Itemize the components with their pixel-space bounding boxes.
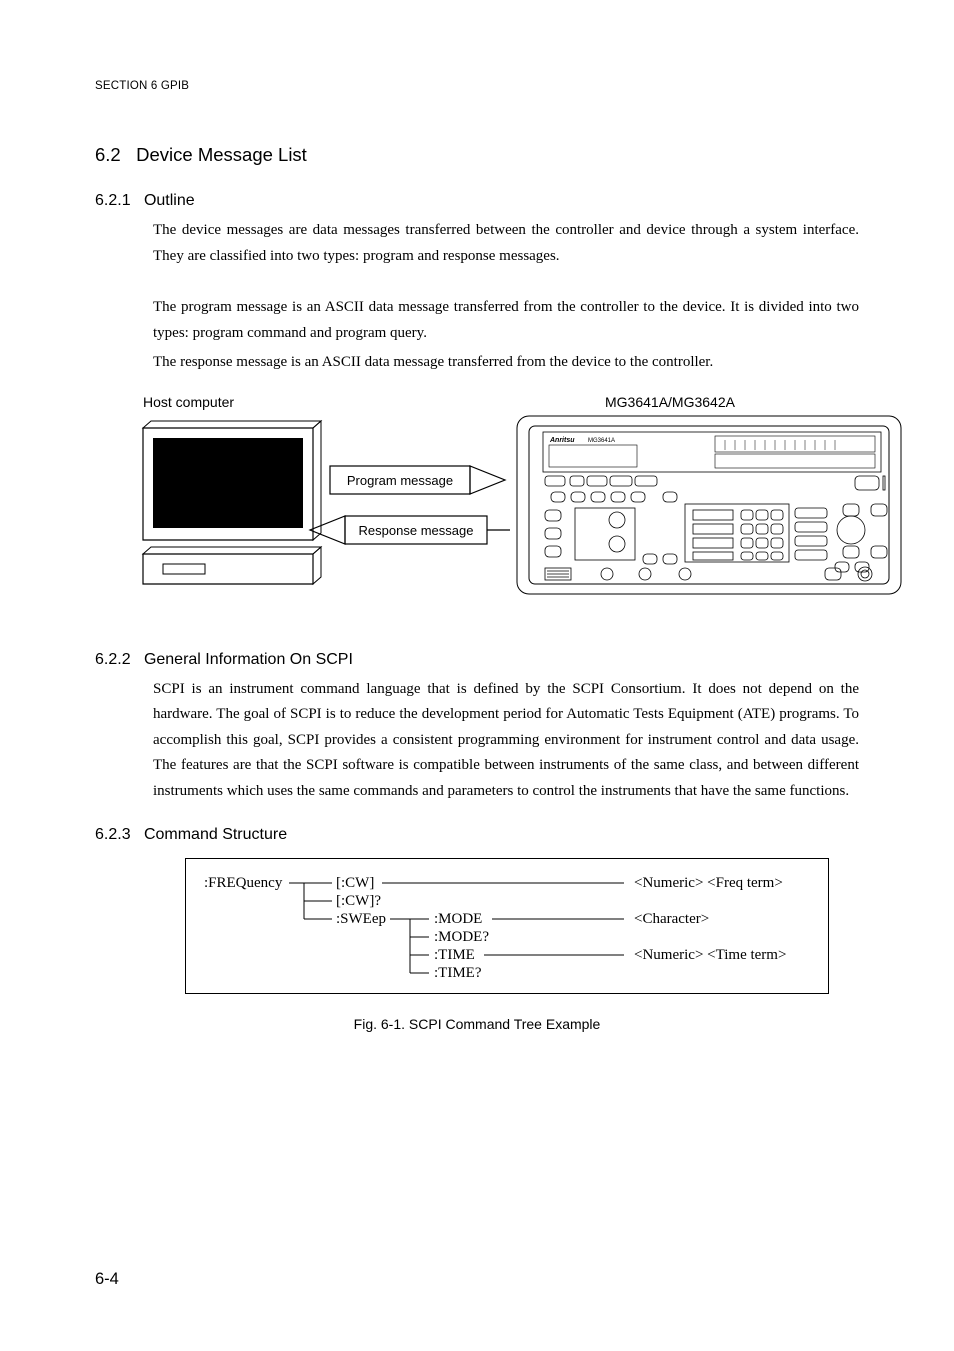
- program-message-label: Program message: [347, 473, 453, 488]
- para-621-1: The device messages are data messages tr…: [153, 218, 859, 269]
- tree-cwq: [:CW]?: [336, 893, 381, 909]
- host-computer-icon: Program message Response message: [135, 416, 515, 606]
- h3-title: Command Structure: [144, 826, 287, 843]
- device-model-text: MG3641A: [588, 438, 615, 444]
- para-621-2: The program message is an ASCII data mes…: [153, 295, 859, 346]
- tree-swe: :SWEep: [336, 911, 386, 927]
- tree-num-freq: <Numeric> <Freq term>: [634, 875, 783, 891]
- h3-title: General Information On SCPI: [144, 651, 353, 668]
- para-622-1: SCPI is an instrument command language t…: [153, 677, 859, 805]
- command-tree-box: :FREQuency [:CW] <Numeric> <Freq term> […: [185, 858, 829, 994]
- h3-num: 6.2.3: [95, 826, 131, 843]
- tree-time: :TIME: [434, 947, 475, 963]
- device-brand-text: Anritsu: [549, 437, 575, 444]
- command-tree-diagram: :FREQuency [:CW] <Numeric> <Freq term> […: [204, 871, 814, 981]
- tree-freq: :FREQuency: [204, 875, 283, 891]
- tree-mode: :MODE: [434, 911, 482, 927]
- tree-char: <Character>: [634, 911, 709, 927]
- tree-timeq: :TIME?: [434, 965, 482, 981]
- response-message-label: Response message: [359, 523, 474, 538]
- h3-num: 6.2.1: [95, 192, 131, 209]
- h3-title: Outline: [144, 192, 195, 209]
- h2-num: 6.2: [95, 144, 121, 165]
- figure-caption: Fig. 6-1. SCPI Command Tree Example: [95, 1016, 859, 1032]
- h3-6-2-2: 6.2.2 General Information On SCPI: [95, 651, 859, 669]
- tree-modeq: :MODE?: [434, 929, 489, 945]
- page-number: 6-4: [95, 1270, 119, 1289]
- tree-cw: [:CW]: [336, 875, 374, 891]
- device-model-label: MG3641A/MG3642A: [605, 394, 905, 410]
- h3-6-2-1: 6.2.1 Outline: [95, 192, 859, 210]
- section-header: SECTION 6 GPIB: [95, 80, 859, 92]
- h2-title: Device Message List: [136, 144, 307, 165]
- tree-num-time: <Numeric> <Time term>: [634, 947, 786, 963]
- h3-num: 6.2.2: [95, 651, 131, 668]
- h3-6-2-3: 6.2.3 Command Structure: [95, 826, 859, 844]
- illustration: Host computer Program message Response m…: [135, 394, 859, 617]
- h2-6-2: 6.2 Device Message List: [95, 144, 859, 166]
- signal-generator-icon: Anritsu MG3641A: [515, 412, 905, 617]
- para-621-3: The response message is an ASCII data me…: [153, 350, 859, 376]
- host-computer-label: Host computer: [143, 394, 515, 410]
